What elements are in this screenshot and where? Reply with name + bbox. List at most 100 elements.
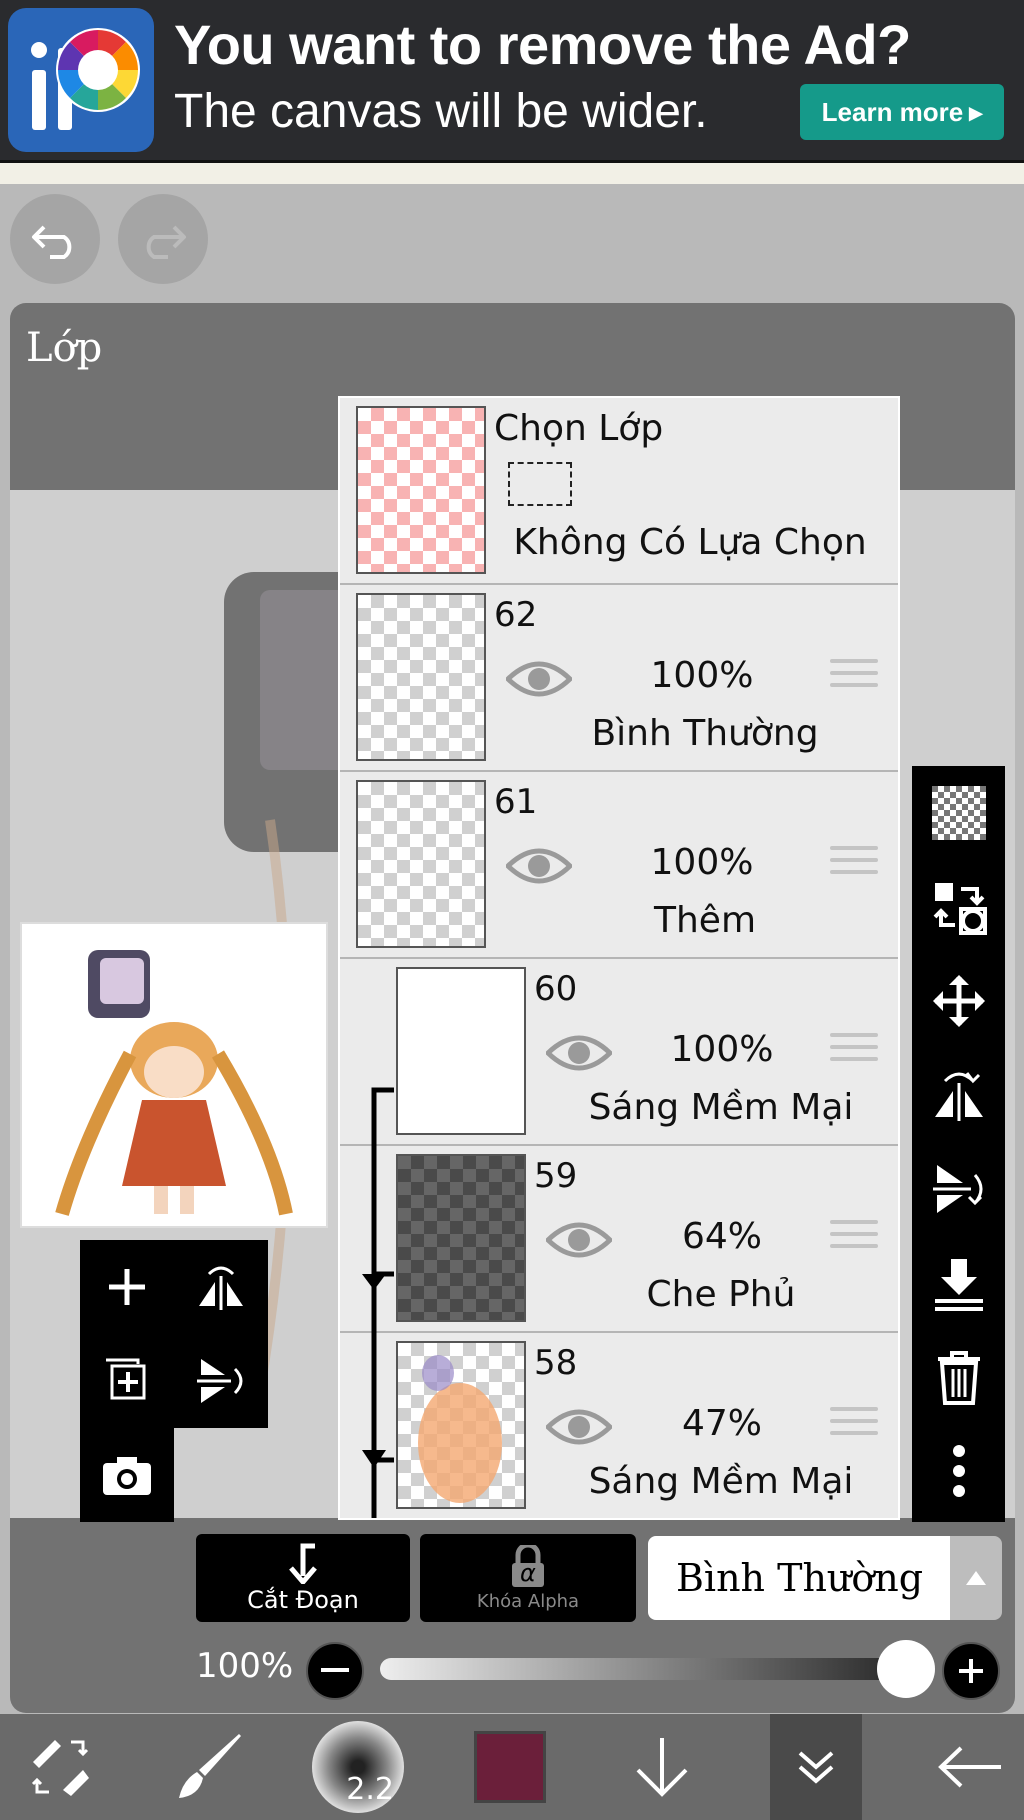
trash-icon bbox=[937, 1351, 980, 1405]
camera-icon bbox=[103, 1457, 151, 1495]
layer-blend-mode: Sáng Mềm Mại bbox=[588, 1087, 854, 1128]
layer-thumbnail bbox=[396, 1154, 526, 1322]
redo-button[interactable] bbox=[118, 194, 208, 284]
selection-layer-row[interactable]: Chọn Lớp Không Có Lựa Chọn bbox=[340, 398, 898, 585]
opacity-decrease-button[interactable] bbox=[306, 1642, 364, 1700]
add-layer-button[interactable] bbox=[82, 1242, 172, 1332]
ad-title: You want to remove the Ad? bbox=[174, 13, 911, 76]
duplicate-layer-icon bbox=[106, 1358, 146, 1400]
ibispaint-logo-icon bbox=[8, 8, 154, 152]
layer-row[interactable]: 59 64% Che Phủ bbox=[340, 1146, 898, 1333]
learn-more-button[interactable]: Learn more ▸ bbox=[800, 84, 1004, 140]
visibility-eye-icon[interactable] bbox=[546, 1403, 612, 1451]
layer-list[interactable]: Chọn Lớp Không Có Lựa Chọn 62 100% Bình … bbox=[338, 396, 900, 1520]
layer-tools-toolbar bbox=[912, 766, 1005, 1522]
flip-horizontal-icon bbox=[199, 1266, 243, 1310]
checkerboard-icon bbox=[931, 786, 986, 840]
redo-icon bbox=[146, 225, 186, 259]
camera-import-button[interactable] bbox=[82, 1430, 172, 1520]
character-artwork bbox=[55, 950, 293, 1216]
alpha-lock-label: Khóa Alpha bbox=[476, 1590, 580, 1612]
layer-blend-mode: Sáng Mềm Mại bbox=[588, 1461, 854, 1502]
layer-number: 58 bbox=[534, 1343, 578, 1383]
more-vertical-icon bbox=[952, 1445, 965, 1497]
visibility-eye-icon[interactable] bbox=[506, 655, 572, 703]
layer-number: 60 bbox=[534, 969, 578, 1009]
layer-opacity: 100% bbox=[650, 842, 754, 883]
ad-subtitle: The canvas will be wider. bbox=[174, 85, 708, 138]
flip-vertical-button[interactable] bbox=[912, 1142, 1005, 1236]
layer-down-button[interactable] bbox=[612, 1714, 712, 1820]
clipping-button[interactable]: Cắt Đoạn bbox=[196, 1534, 410, 1622]
blend-mode-dropdown-button[interactable] bbox=[950, 1536, 1002, 1620]
flip-horizontal-icon bbox=[934, 1072, 983, 1121]
ad-banner[interactable]: You want to remove the Ad? The canvas wi… bbox=[0, 0, 1024, 160]
layer-number: 62 bbox=[494, 595, 538, 635]
layer-thumbnail bbox=[396, 1341, 526, 1509]
panel-title: Lớp bbox=[26, 325, 103, 371]
alpha-symbol: α bbox=[520, 1558, 536, 1587]
layer-row[interactable]: 61 100% Thêm bbox=[340, 772, 898, 959]
plus-icon bbox=[109, 1269, 145, 1305]
brush-size-preview: 2.2 bbox=[312, 1721, 404, 1813]
swap-layer-button[interactable] bbox=[912, 860, 1005, 954]
arrow-left-icon bbox=[938, 1746, 1001, 1788]
move-arrows-icon bbox=[932, 975, 985, 1027]
visibility-eye-icon[interactable] bbox=[546, 1216, 612, 1264]
collapse-panel-button[interactable] bbox=[770, 1714, 862, 1820]
transparency-button[interactable] bbox=[912, 766, 1005, 860]
opacity-increase-button[interactable] bbox=[942, 1642, 1000, 1700]
alpha-lock-button[interactable]: α Khóa Alpha bbox=[420, 1534, 636, 1622]
more-options-button[interactable] bbox=[912, 1424, 1005, 1518]
plus-icon bbox=[959, 1659, 983, 1683]
delete-layer-button[interactable] bbox=[912, 1330, 1005, 1424]
layer-thumbnail bbox=[396, 967, 526, 1135]
move-layer-button[interactable] bbox=[912, 954, 1005, 1048]
layer-blend-mode: Che Phủ bbox=[646, 1274, 796, 1315]
flip-horizontal-layer-button[interactable] bbox=[176, 1242, 266, 1332]
drag-handle-icon[interactable] bbox=[830, 659, 878, 697]
visibility-eye-icon[interactable] bbox=[546, 1029, 612, 1077]
flip-vertical-layer-button[interactable] bbox=[176, 1336, 266, 1426]
play-arrow-icon: ▸ bbox=[969, 96, 983, 127]
flip-horizontal-button[interactable] bbox=[912, 1048, 1005, 1142]
merge-down-button[interactable] bbox=[912, 1236, 1005, 1330]
opacity-slider-knob[interactable] bbox=[876, 1640, 935, 1698]
layer-row[interactable]: 62 100% Bình Thường bbox=[340, 585, 898, 772]
layer-opacity: 100% bbox=[650, 655, 754, 696]
brush-eraser-switch-icon bbox=[31, 1740, 89, 1796]
drag-handle-icon[interactable] bbox=[830, 1407, 878, 1445]
selection-layer-thumbnail bbox=[356, 406, 486, 574]
layer-blend-mode: Thêm bbox=[653, 900, 757, 941]
layer-blend-mode: Bình Thường bbox=[591, 713, 819, 754]
ad-divider bbox=[0, 160, 1024, 184]
drag-handle-icon[interactable] bbox=[830, 1220, 878, 1258]
clipping-arrow-icon bbox=[289, 1543, 317, 1584]
color-picker-button[interactable] bbox=[468, 1714, 552, 1820]
drag-handle-icon[interactable] bbox=[830, 1033, 878, 1071]
flip-vertical-icon bbox=[932, 1165, 982, 1213]
brush-tool-button[interactable] bbox=[160, 1714, 260, 1820]
duplicate-layer-button[interactable] bbox=[82, 1336, 172, 1426]
blend-mode-select[interactable]: Bình Thường bbox=[648, 1536, 950, 1620]
drag-handle-icon[interactable] bbox=[830, 846, 878, 884]
tool-selection-button[interactable] bbox=[10, 1714, 110, 1820]
learn-more-label: Learn more bbox=[821, 96, 964, 127]
layer-thumbnail bbox=[356, 780, 486, 948]
layer-opacity: 100% bbox=[670, 1029, 774, 1070]
layer-row[interactable]: 58 47% Sáng Mềm Mại bbox=[340, 1333, 898, 1518]
layer-opacity: 64% bbox=[681, 1216, 762, 1257]
clipping-arrows-icon bbox=[362, 1087, 394, 1518]
layer-thumbnail bbox=[356, 593, 486, 761]
opacity-label: 100% bbox=[196, 1646, 294, 1686]
layer-row[interactable]: 60 100% Sáng Mềm Mại bbox=[340, 959, 898, 1146]
visibility-eye-icon[interactable] bbox=[506, 842, 572, 890]
back-button[interactable] bbox=[920, 1714, 1020, 1820]
selection-status: Không Có Lựa Chọn bbox=[513, 522, 867, 563]
current-color-swatch bbox=[474, 1731, 546, 1803]
undo-button[interactable] bbox=[10, 194, 100, 284]
arrow-down-icon bbox=[636, 1738, 688, 1797]
canvas-preview[interactable] bbox=[20, 922, 328, 1228]
opacity-slider[interactable] bbox=[380, 1658, 920, 1680]
brush-size-button[interactable]: 2.2 bbox=[308, 1714, 408, 1820]
